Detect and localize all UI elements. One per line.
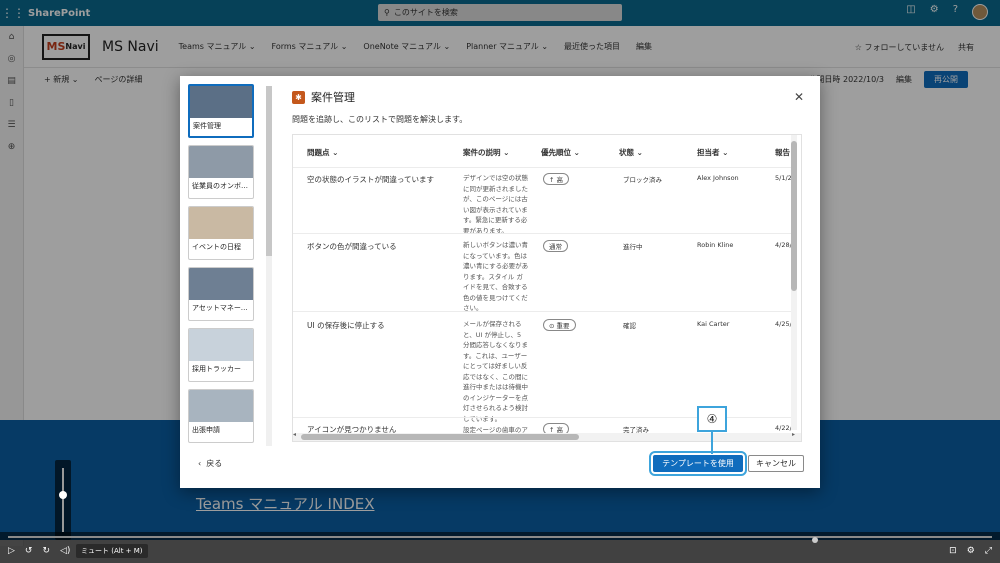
desc-cell: デザインでは空の状態に同が更新されましたが、このページには古い図が表示されていま… <box>463 174 528 235</box>
mute-tooltip: ミュート (Alt + M) <box>76 544 148 558</box>
fullscreen-icon[interactable]: ⤢ <box>985 546 992 556</box>
play-icon[interactable]: ▷ <box>8 546 15 556</box>
template-thumb-recruiting[interactable]: 採用トラッカー <box>188 328 254 382</box>
template-label: イベントの日程 <box>192 243 241 251</box>
preview-horizontal-scrollbar[interactable]: ◂ ▸ <box>293 431 801 441</box>
column-header[interactable]: 問題点 ⌄ <box>307 147 338 158</box>
template-thumb-onboarding[interactable]: 従業員のオンボー... <box>188 145 254 199</box>
template-image <box>190 86 252 118</box>
scroll-thumb[interactable] <box>301 434 579 440</box>
progress-handle[interactable] <box>811 537 818 543</box>
list-header: 問題点 ⌄ 案件の説明 ⌄ 優先順位 ⌄ 状態 ⌄ 担当者 ⌄ 報告日 <box>293 147 801 163</box>
template-label: アセットマネージ... <box>192 304 253 312</box>
column-header[interactable]: 状態 ⌄ <box>619 147 643 158</box>
template-image <box>189 268 253 300</box>
bug-icon: ✱ <box>292 90 305 104</box>
desc-cell: 新しいボタンは濃い青になっています。色は濃い青にする必要があります。スタイル ガ… <box>463 241 529 312</box>
volume-slider[interactable] <box>55 460 71 540</box>
thumbnails-scrollbar[interactable] <box>266 86 272 446</box>
issue-cell: 空の状態のイラストが間違っています <box>307 175 434 184</box>
back-button[interactable]: ‹ 戻る <box>198 458 222 469</box>
template-label: 採用トラッカー <box>192 365 241 373</box>
dialog-header: ✱ 案件管理 <box>292 89 355 105</box>
priority-badge: ↑ 高 <box>543 173 570 185</box>
list-row[interactable]: ボタンの色が間違っている 新しいボタンは濃い青になっています。色は濃い青にする必… <box>293 233 796 312</box>
template-thumb-asset[interactable]: アセットマネージ... <box>188 267 254 321</box>
settings-icon[interactable]: ⚙ <box>967 546 975 556</box>
scroll-left-icon[interactable]: ◂ <box>293 431 296 438</box>
preview-vertical-scrollbar[interactable] <box>791 135 797 430</box>
forward-icon[interactable]: ↻ <box>42 546 50 556</box>
status-cell: 進行中 <box>623 243 643 251</box>
rewind-icon[interactable]: ↺ <box>25 546 33 556</box>
list-preview: 問題点 ⌄ 案件の説明 ⌄ 優先順位 ⌄ 状態 ⌄ 担当者 ⌄ 報告日 空の状態… <box>292 134 802 442</box>
priority-cell: ⊙ 重要 <box>543 319 576 331</box>
volume-knob[interactable] <box>59 490 67 499</box>
priority-badge: 通常 <box>543 240 568 252</box>
priority-cell: 通常 <box>543 240 568 252</box>
video-player-bar: ▷ ↺ ↻ ◁) ⊡ ⚙ ⤢ <box>0 532 1000 563</box>
owner-cell: Robin Kline <box>697 241 734 249</box>
template-dialog: 案件管理 従業員のオンボー... イベントの日程 アセットマネージ... 採用ト… <box>180 76 820 488</box>
scroll-right-icon[interactable]: ▸ <box>792 431 795 438</box>
player-right-controls: ⊡ ⚙ ⤢ <box>949 546 992 556</box>
priority-cell: ↑ 高 <box>543 173 570 185</box>
owner-cell: Kai Carter <box>697 320 730 328</box>
owner-cell: Alex Johnson <box>697 174 739 182</box>
volume-icon[interactable]: ◁) <box>60 546 70 556</box>
template-image <box>189 390 253 422</box>
captions-icon[interactable]: ⊡ <box>949 546 957 556</box>
list-row[interactable]: 空の状態のイラストが間違っています デザインでは空の状態に同が更新されましたが、… <box>293 167 796 235</box>
template-image <box>189 146 253 178</box>
template-label: 従業員のオンボー... <box>192 182 253 190</box>
template-thumb-issue-tracker[interactable]: 案件管理 <box>188 84 254 138</box>
template-thumb-event[interactable]: イベントの日程 <box>188 206 254 260</box>
template-thumbnails: 案件管理 従業員のオンボー... イベントの日程 アセットマネージ... 採用ト… <box>188 84 258 448</box>
cancel-button[interactable]: キャンセル <box>748 455 804 472</box>
template-label: 出張申請 <box>192 426 220 434</box>
step-callout: ④ <box>697 406 727 432</box>
dialog-description: 問題を追跡し、このリストで問題を解決します。 <box>292 115 468 124</box>
list-row[interactable]: UI の保存後に停止する メールが保存されると、UI が停止し、5 分間応答しな… <box>293 311 796 423</box>
column-header[interactable]: 優先順位 ⌄ <box>541 147 580 158</box>
close-icon[interactable]: ✕ <box>794 90 804 104</box>
status-cell: ブロック済み <box>623 176 662 184</box>
template-thumb-travel[interactable]: 出張申請 <box>188 389 254 443</box>
priority-badge: ⊙ 重要 <box>543 319 576 331</box>
use-template-button[interactable]: テンプレートを使用 <box>649 451 747 476</box>
column-header[interactable]: 案件の説明 ⌄ <box>463 147 509 158</box>
issue-cell: ボタンの色が間違っている <box>307 242 397 251</box>
callout-line <box>711 432 713 454</box>
column-header[interactable]: 担当者 ⌄ <box>697 147 728 158</box>
template-label: 案件管理 <box>193 122 221 130</box>
volume-track <box>62 468 64 532</box>
progress-bar[interactable] <box>8 536 992 543</box>
desc-cell: メールが保存されると、UI が停止し、5 分間応答しなくなります。これは、ユーザ… <box>463 320 528 423</box>
status-cell: 確認 <box>623 322 636 330</box>
dialog-title: 案件管理 <box>311 91 355 104</box>
template-image <box>189 207 253 239</box>
player-controls: ▷ ↺ ↻ ◁) <box>8 546 70 556</box>
issue-cell: UI の保存後に停止する <box>307 321 385 330</box>
screen: ⋮⋮ SharePoint ⚲ このサイトを検索 ◫ ⚙ ? ⌂ ◎ ▤ ▯ ☰… <box>0 0 1000 563</box>
template-image <box>189 329 253 361</box>
